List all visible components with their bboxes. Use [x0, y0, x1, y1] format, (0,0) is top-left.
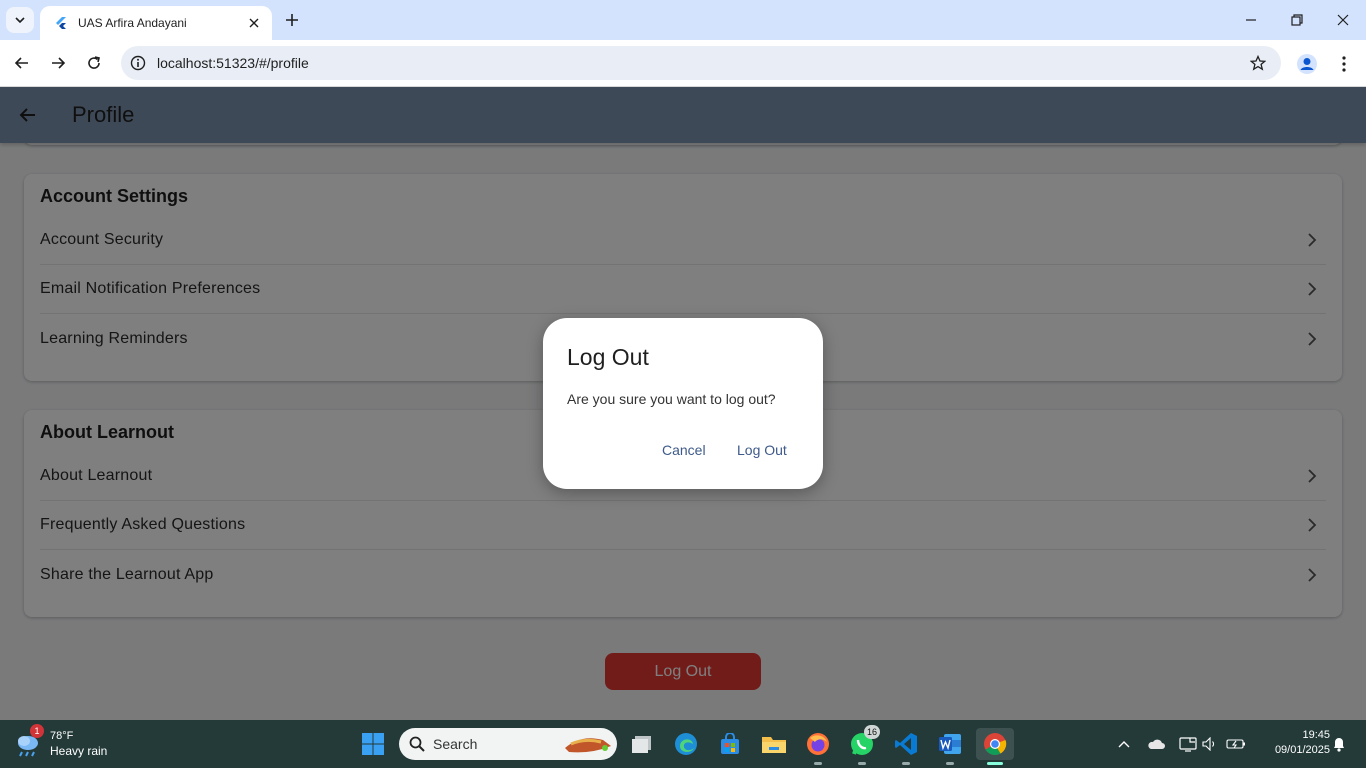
logout-dialog: Log Out Are you sure you want to log out… — [543, 318, 823, 489]
arrow-left-icon — [14, 57, 28, 69]
restore-button[interactable] — [1274, 0, 1320, 40]
minimize-button[interactable] — [1228, 0, 1274, 40]
show-hidden-icons-button[interactable] — [1114, 728, 1134, 760]
site-info-icon[interactable] — [129, 54, 147, 72]
taskbar-chrome[interactable] — [976, 728, 1014, 765]
start-button[interactable] — [357, 728, 389, 760]
browser-menu-button[interactable] — [1330, 50, 1358, 78]
forward-button[interactable] — [43, 48, 73, 78]
chrome-icon — [984, 733, 1007, 755]
folder-icon — [762, 737, 786, 753]
clock-time: 19:45 — [1302, 729, 1330, 741]
network-tray[interactable] — [1178, 728, 1198, 760]
browser-toolbar: localhost:51323/#/profile — [0, 40, 1366, 87]
restore-icon — [1291, 14, 1303, 26]
taskbar-store[interactable] — [714, 728, 746, 760]
store-icon — [721, 733, 739, 754]
tab-title: UAS Arfira Andayani — [78, 16, 187, 30]
task-view-icon — [632, 736, 651, 753]
profile-avatar-button[interactable] — [1293, 50, 1321, 78]
taskbar: 1 78°F Heavy rain Search 16 19:45 09/01/… — [0, 720, 1366, 768]
arrow-right-icon — [52, 57, 66, 69]
minimize-icon — [1246, 19, 1256, 21]
new-tab-button[interactable] — [280, 8, 304, 32]
chevron-up-icon — [1118, 741, 1130, 748]
taskbar-file-explorer[interactable] — [758, 728, 790, 760]
speaker-icon — [1202, 737, 1215, 751]
bookmark-star-icon[interactable] — [1243, 48, 1273, 78]
active-indicator — [987, 762, 1003, 765]
running-indicator — [858, 762, 866, 765]
weather-temperature: 78°F — [50, 730, 74, 742]
search-placeholder: Search — [433, 736, 478, 752]
taskbar-whatsapp[interactable]: 16 — [846, 725, 880, 765]
chevron-down-icon — [15, 17, 25, 24]
taskbar-word[interactable] — [934, 728, 966, 765]
cancel-button[interactable]: Cancel — [662, 438, 706, 462]
dialog-title: Log Out — [567, 344, 649, 370]
confirm-logout-button[interactable]: Log Out — [737, 438, 787, 462]
battery-tray[interactable] — [1224, 728, 1248, 760]
edge-icon — [675, 733, 697, 755]
taskbar-edge[interactable] — [670, 728, 702, 760]
task-view-button[interactable] — [626, 728, 658, 760]
back-button[interactable] — [7, 48, 37, 78]
clock-date: 09/01/2025 — [1274, 744, 1330, 756]
cloud-icon — [1148, 739, 1165, 749]
flutter-favicon-icon — [56, 17, 66, 29]
weather-badge: 1 — [30, 724, 44, 738]
bell-icon — [1334, 738, 1344, 752]
running-indicator — [814, 762, 822, 765]
close-icon — [1337, 14, 1349, 26]
address-bar[interactable]: localhost:51323/#/profile — [121, 46, 1281, 80]
battery-icon — [1226, 739, 1245, 749]
word-icon — [939, 734, 961, 754]
vscode-icon — [895, 733, 917, 755]
taskbar-vscode[interactable] — [890, 728, 922, 765]
browser-tab-strip: UAS Arfira Andayani — [0, 0, 1366, 40]
close-window-button[interactable] — [1320, 0, 1366, 40]
tab-close-icon[interactable] — [246, 15, 262, 31]
search-icon — [409, 736, 425, 752]
plus-icon — [286, 14, 298, 26]
taskbar-firefox[interactable] — [802, 728, 834, 765]
search-highlight-illustration-icon — [565, 738, 611, 753]
reload-icon — [88, 56, 100, 69]
rain-cloud-icon: 1 — [14, 724, 44, 758]
onedrive-tray[interactable] — [1144, 728, 1168, 760]
notifications-button[interactable] — [1330, 728, 1348, 760]
network-icon — [1179, 737, 1197, 752]
taskbar-search[interactable]: Search — [399, 728, 617, 760]
running-indicator — [946, 762, 954, 765]
weather-description: Heavy rain — [50, 744, 108, 758]
url-text[interactable]: localhost:51323/#/profile — [157, 55, 1243, 71]
reload-button[interactable] — [79, 48, 109, 78]
taskbar-clock[interactable]: 19:45 09/01/2025 — [1254, 728, 1330, 758]
tab-search-button[interactable] — [6, 7, 34, 33]
weather-widget[interactable]: 1 78°F Heavy rain — [14, 724, 134, 762]
more-vertical-icon — [1342, 56, 1346, 72]
running-indicator — [902, 762, 910, 765]
windows-logo-icon — [362, 733, 384, 755]
dialog-message: Are you sure you want to log out? — [567, 391, 776, 407]
account-icon — [1297, 54, 1317, 74]
browser-tab[interactable]: UAS Arfira Andayani — [40, 6, 272, 40]
firefox-icon — [807, 733, 829, 755]
notification-badge: 16 — [864, 725, 880, 739]
volume-tray[interactable] — [1200, 728, 1220, 760]
